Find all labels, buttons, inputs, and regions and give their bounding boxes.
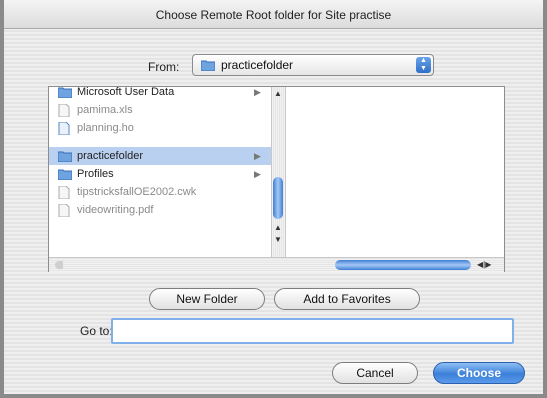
list-item[interactable]: pamima.xls: [49, 101, 271, 119]
chevron-right-icon: ▶: [254, 151, 261, 161]
add-to-favorites-button[interactable]: Add to Favorites: [274, 288, 420, 310]
horizontal-scrollbar[interactable]: ◀|▶: [49, 257, 504, 272]
choose-folder-dialog: Choose Remote Root folder for Site pract…: [0, 0, 547, 398]
scroll-track-end: [55, 261, 63, 269]
list-item-label: practicefolder: [77, 150, 144, 162]
scroll-up-icon[interactable]: ▲: [274, 223, 282, 232]
goto-input[interactable]: [111, 318, 514, 344]
scroll-down-icon[interactable]: ▼: [274, 235, 282, 244]
goto-label: Go to:: [80, 324, 113, 338]
list-item-label: pamima.xls: [77, 104, 133, 116]
from-label: From:: [148, 60, 180, 74]
scroll-up-icon[interactable]: ▲: [274, 89, 282, 98]
document-icon: [58, 121, 70, 141]
scroll-left-right-icon[interactable]: ◀|▶: [477, 258, 491, 272]
list-item[interactable]: videowriting.pdf: [49, 201, 271, 219]
list-item[interactable]: planning.ho: [49, 119, 271, 137]
list-item[interactable]: Microsoft User Data ▶: [49, 87, 271, 101]
list-item[interactable]: Profiles ▶: [49, 165, 271, 183]
list-item-label: videowriting.pdf: [77, 204, 154, 216]
dialog-title: Choose Remote Root folder for Site pract…: [4, 0, 543, 29]
file-browser: Microsoft User Data ▶ pamima.xls plannin…: [48, 86, 505, 272]
list-item-label: tipstricksfallOE2002.cwk: [77, 186, 197, 198]
list-item-label: planning.ho: [77, 122, 134, 134]
vertical-scrollbar[interactable]: ▲ ▲ ▼: [271, 87, 286, 257]
choose-button[interactable]: Choose: [433, 362, 525, 384]
cancel-button[interactable]: Cancel: [332, 362, 418, 384]
document-icon: [58, 203, 70, 223]
chevron-right-icon: ▶: [254, 87, 261, 97]
chevron-right-icon: ▶: [254, 169, 261, 179]
horizontal-scroll-thumb[interactable]: [335, 260, 471, 270]
list-item[interactable]: tipstricksfallOE2002.cwk: [49, 183, 271, 201]
list-item-label: Microsoft User Data: [77, 87, 175, 98]
vertical-scroll-thumb[interactable]: [273, 177, 283, 219]
from-popup[interactable]: practicefolder ▲ ▼: [192, 54, 434, 76]
folder-icon: [200, 59, 216, 74]
from-popup-value: practicefolder: [221, 58, 294, 72]
list-item-selected[interactable]: practicefolder ▶: [49, 147, 271, 165]
new-folder-button[interactable]: New Folder: [149, 288, 265, 310]
popup-arrows-icon: ▲ ▼: [416, 57, 431, 73]
list-item-label: Profiles: [77, 168, 114, 180]
browser-column: Microsoft User Data ▶ pamima.xls plannin…: [49, 87, 272, 257]
